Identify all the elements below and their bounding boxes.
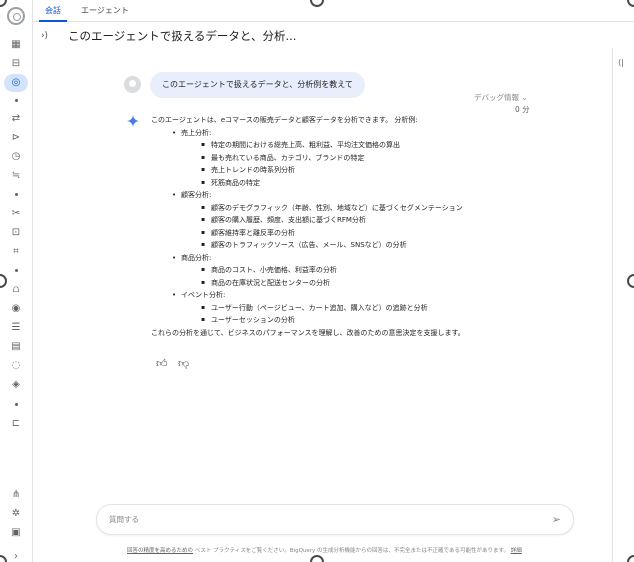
tab-bar: 会話 エージェント <box>33 0 634 22</box>
settings-diamond-icon[interactable]: ◈ <box>9 378 23 392</box>
details-link[interactable]: 詳細 <box>511 548 522 554</box>
logo-icon[interactable] <box>7 7 25 25</box>
table-icon[interactable]: ⊟ <box>9 57 23 71</box>
question-input[interactable] <box>109 505 529 534</box>
user-avatar <box>124 76 141 93</box>
lock-icon[interactable]: ⊡ <box>9 226 23 240</box>
notes-icon[interactable]: ▣ <box>9 526 23 540</box>
user-message: このエージェントで扱えるデータと、分析例を教えて <box>150 72 365 98</box>
separator-dot <box>15 403 18 406</box>
separator-dot <box>15 193 18 196</box>
open-panel-icon[interactable]: ⟨| <box>618 58 624 67</box>
agent-answer: このエージェントは、eコマースの販売データと顧客データを分析できます。 分析例:… <box>151 114 591 339</box>
list-item: 死筋商品の特定 <box>151 177 591 190</box>
answer-outro: これらの分析を通じて、ビジネスのパフォーマンスを理解し、改善のための意思決定を支… <box>151 328 465 337</box>
tab-conversation[interactable]: 会話 <box>39 0 67 22</box>
dashboard-icon[interactable]: ▦ <box>9 38 23 52</box>
list-item: 売上トレンドの時系列分析 <box>151 164 591 177</box>
disclaimer-text: ベスト プラクティスをご覧ください。BigQuery の生成分析機能からの回答は… <box>194 548 509 554</box>
debug-info-toggle[interactable]: デバッグ情報 ⌄ <box>474 92 528 103</box>
filter-icon[interactable]: ≒ <box>9 169 23 183</box>
explore-icon[interactable]: ◉ <box>9 302 23 316</box>
section-title: 顧客分析: <box>151 189 591 202</box>
list-item: 最も売れている商品、カテゴリ、ブランドの特定 <box>151 152 591 165</box>
list-item: 顧客維持率と離反率の分析 <box>151 227 591 240</box>
resize-handle[interactable] <box>310 555 324 562</box>
list-icon[interactable]: ☰ <box>9 321 23 335</box>
expand-icon[interactable]: › <box>9 550 23 562</box>
list-item: 顧客のトラフィックソース（広告、メール、SNSなど）の分析 <box>151 239 591 252</box>
page-title: このエージェントで扱えるデータと、分析... <box>68 29 297 43</box>
list-item: 商品のコスト、小売価格、利益率の分析 <box>151 264 591 277</box>
question-input-container: ➢ <box>96 504 574 535</box>
section-title: 商品分析: <box>151 252 591 265</box>
list-item: 顧客の購入履歴、頻度、支出額に基づくRFM分析 <box>151 214 591 227</box>
resize-handle[interactable] <box>627 274 634 288</box>
right-panel-rail: ⟨| <box>612 48 634 562</box>
list-item: 商品の在庫状況と配送センターの分析 <box>151 277 591 290</box>
separator-dot <box>15 99 18 102</box>
agent-icon[interactable]: ◎ <box>4 74 28 92</box>
list-item: 顧客のデモグラフィック（年齢、性別、地域など）に基づくセグメンテーション <box>151 202 591 215</box>
scan-icon[interactable]: ⌗ <box>9 245 23 259</box>
tab-agent[interactable]: エージェント <box>75 0 135 22</box>
list-item: ユーザー行動（ページビュー、カート追加、購入など）の追跡と分析 <box>151 302 591 315</box>
separator-dot <box>15 269 18 272</box>
pipeline-icon[interactable]: ⊳ <box>9 131 23 145</box>
monitor-icon[interactable]: ◌ <box>9 359 23 373</box>
grid-icon[interactable]: ▤ <box>9 340 23 354</box>
transfer-icon[interactable]: ⇄ <box>9 112 23 126</box>
answer-sections: 売上分析: 特定の期間における総売上高、粗利益、平均注文価格の算出 最も売れてい… <box>151 127 591 327</box>
list-item: ユーザーセッションの分析 <box>151 314 591 327</box>
best-practices-link[interactable]: 回答の精度を高めるための <box>127 548 193 554</box>
feedback-icon[interactable]: ⊏ <box>9 417 23 431</box>
disclaimer-footer: 回答の精度を高めるための ベスト プラクティスをご覧ください。BigQuery … <box>127 546 522 554</box>
thumbs-down-icon[interactable]: 👎︎ <box>178 357 189 370</box>
thumbs-up-icon[interactable]: 👍︎ <box>156 357 168 370</box>
collapse-panel-icon[interactable]: ›⟩ <box>41 31 48 41</box>
network-icon[interactable]: ⋔ <box>9 488 23 502</box>
scissors-icon[interactable]: ✂ <box>9 207 23 221</box>
section-title: イベント分析: <box>151 289 591 302</box>
schedule-icon[interactable]: ◷ <box>9 150 23 164</box>
gemini-spark-icon <box>127 115 139 127</box>
section-title: 売上分析: <box>151 127 591 140</box>
answer-intro: このエージェントは、eコマースの販売データと顧客データを分析できます。 分析例: <box>151 116 418 124</box>
list-item: 特定の期間における総売上高、粗利益、平均注文価格の算出 <box>151 139 591 152</box>
gear-icon[interactable]: ✲ <box>9 507 23 521</box>
send-icon[interactable]: ➢ <box>552 513 561 526</box>
chart-icon[interactable]: ⩍ <box>9 283 23 297</box>
